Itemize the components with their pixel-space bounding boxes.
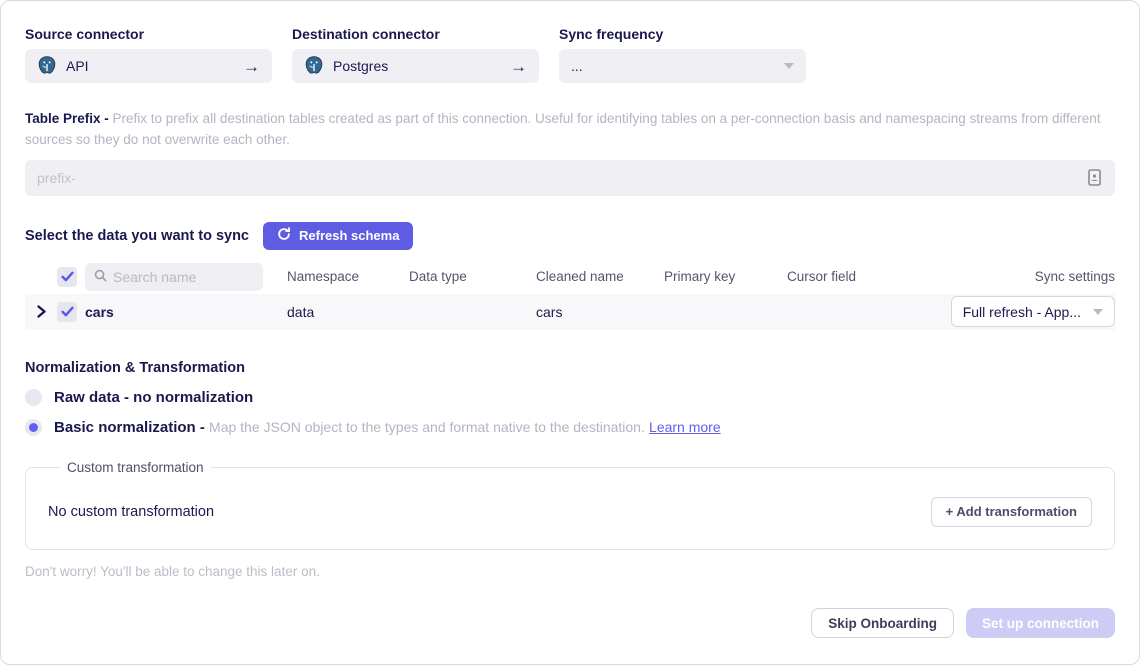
radio-selected-icon[interactable] — [25, 419, 42, 436]
footer-actions: Skip Onboarding Set up connection — [811, 608, 1115, 638]
table-prefix-input[interactable] — [25, 160, 1115, 196]
raw-data-label: Raw data - no normalization — [54, 389, 253, 406]
refresh-schema-label: Refresh schema — [299, 228, 399, 243]
postgres-icon — [37, 55, 57, 78]
stream-namespace: data — [287, 304, 409, 320]
table-prefix-section: Table Prefix - Prefix to prefix all dest… — [25, 109, 1115, 196]
stream-name: cars — [85, 304, 287, 320]
custom-transformation-content: No custom transformation + Add transform… — [48, 497, 1092, 527]
sync-section-title: Select the data you want to sync — [25, 228, 249, 244]
sync-section-header: Select the data you want to sync Refresh… — [25, 222, 1115, 250]
destination-connector-box[interactable]: Postgres → — [292, 49, 539, 83]
refresh-icon — [277, 227, 291, 244]
source-connector-name: API — [66, 58, 234, 74]
connectors-row: Source connector API → Destination conne… — [25, 26, 1115, 83]
connection-setup-page: Source connector API → Destination conne… — [0, 0, 1140, 665]
col-header-namespace: Namespace — [287, 269, 409, 284]
stream-search-input[interactable] — [113, 269, 254, 285]
raw-data-option[interactable]: Raw data - no normalization — [25, 389, 1115, 406]
col-header-cursor-field: Cursor field — [787, 269, 921, 284]
stream-table-row[interactable]: cars data cars Full refresh - App... — [25, 294, 1115, 330]
chevron-down-icon — [1093, 309, 1103, 315]
expand-chevron-icon[interactable] — [25, 304, 57, 319]
sync-data-section: Select the data you want to sync Refresh… — [25, 222, 1115, 330]
no-transformation-text: No custom transformation — [48, 504, 214, 520]
chevron-down-icon — [784, 63, 794, 69]
normalization-section: Normalization & Transformation Raw data … — [25, 360, 1115, 436]
sync-frequency-value: ... — [571, 58, 775, 74]
postgres-icon — [304, 55, 324, 78]
normalization-title: Normalization & Transformation — [25, 360, 1115, 376]
change-later-note: Don't worry! You'll be able to change th… — [25, 564, 1115, 579]
autofill-extension-icon[interactable] — [1088, 169, 1101, 191]
sync-frequency-select[interactable]: ... — [559, 49, 806, 83]
destination-connector-label: Destination connector — [292, 26, 539, 42]
stream-search-box — [85, 263, 263, 291]
basic-normalization-label: Basic normalization - — [54, 419, 209, 436]
col-header-primary-key: Primary key — [664, 269, 787, 284]
table-prefix-help-text: Prefix to prefix all destination tables … — [25, 111, 1101, 147]
source-connector-group: Source connector API → — [25, 26, 272, 83]
basic-normalization-text: Basic normalization - Map the JSON objec… — [54, 419, 721, 436]
arrow-right-icon: → — [510, 58, 527, 75]
table-prefix-description: Table Prefix - Prefix to prefix all dest… — [25, 109, 1115, 151]
table-prefix-title: Table Prefix - — [25, 111, 113, 126]
learn-more-link[interactable]: Learn more — [649, 419, 721, 435]
col-header-data-type: Data type — [409, 269, 536, 284]
destination-connector-name: Postgres — [333, 58, 501, 74]
stream-cleaned-name: cars — [536, 304, 664, 320]
col-header-sync-settings: Sync settings — [921, 269, 1115, 284]
source-connector-box[interactable]: API → — [25, 49, 272, 83]
set-up-connection-button[interactable]: Set up connection — [966, 608, 1115, 638]
table-prefix-input-wrap — [25, 160, 1115, 196]
radio-dot — [29, 423, 38, 432]
custom-transformation-box: Custom transformation No custom transfor… — [25, 460, 1115, 550]
arrow-right-icon: → — [243, 58, 260, 75]
basic-normalization-description: Map the JSON object to the types and for… — [209, 419, 645, 435]
add-transformation-button[interactable]: + Add transformation — [931, 497, 1092, 527]
stream-checkbox[interactable] — [57, 302, 77, 322]
sync-settings-value: Full refresh - App... — [963, 304, 1081, 320]
source-connector-label: Source connector — [25, 26, 272, 42]
sync-settings-select[interactable]: Full refresh - App... — [951, 296, 1115, 327]
skip-onboarding-button[interactable]: Skip Onboarding — [811, 608, 954, 638]
radio-unselected-icon[interactable] — [25, 389, 42, 406]
custom-transformation-legend: Custom transformation — [60, 460, 211, 475]
basic-normalization-option[interactable]: Basic normalization - Map the JSON objec… — [25, 419, 1115, 436]
sync-frequency-group: Sync frequency ... — [559, 26, 806, 83]
search-icon — [94, 269, 107, 285]
refresh-schema-button[interactable]: Refresh schema — [263, 222, 413, 250]
stream-table-header: Namespace Data type Cleaned name Primary… — [25, 260, 1115, 294]
destination-connector-group: Destination connector Postgres → — [292, 26, 539, 83]
col-header-cleaned-name: Cleaned name — [536, 269, 664, 284]
sync-frequency-label: Sync frequency — [559, 26, 806, 42]
select-all-checkbox[interactable] — [57, 267, 77, 287]
